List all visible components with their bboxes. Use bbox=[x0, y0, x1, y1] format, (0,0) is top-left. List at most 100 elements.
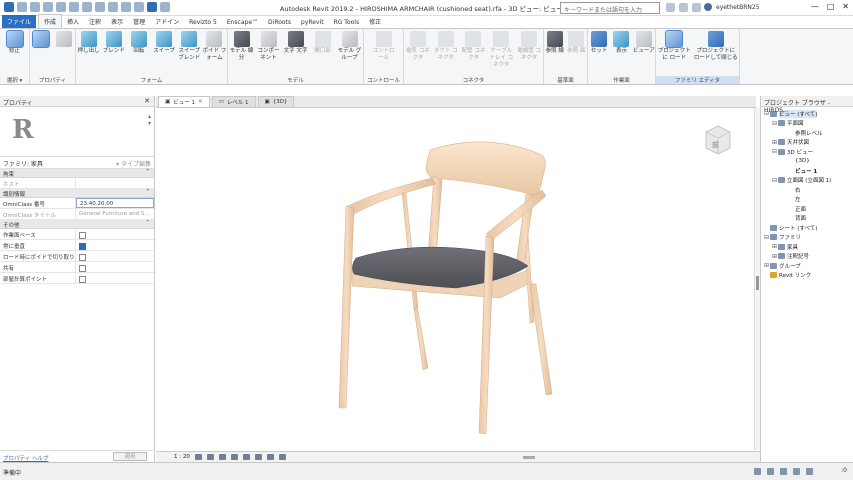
show-workplane-button[interactable]: 表示 bbox=[610, 31, 632, 71]
conduit-connector-button[interactable]: 電線管 コネクタ bbox=[516, 31, 542, 71]
switch-windows-icon[interactable] bbox=[147, 2, 157, 12]
load-into-project-button[interactable]: プロジェクトに ロード bbox=[657, 30, 691, 71]
viewcube[interactable]: 前 bbox=[704, 124, 732, 156]
section-constraints[interactable]: 拘束 ⌃ bbox=[0, 169, 154, 178]
tab-revizto[interactable]: Revizto 5 bbox=[184, 17, 222, 28]
opening-button[interactable]: 開口部 bbox=[310, 31, 336, 71]
selection-filter[interactable]: :0 bbox=[841, 467, 847, 474]
shared-checkbox[interactable] bbox=[79, 265, 86, 272]
redo-icon[interactable] bbox=[56, 2, 66, 12]
load-and-close-button[interactable]: プロジェクトに ロードして閉じる bbox=[694, 31, 738, 71]
electrical-connector-button[interactable]: 電気 コネクタ bbox=[405, 31, 431, 71]
apply-button[interactable]: 適用 bbox=[113, 452, 147, 461]
tree-toggle-icon[interactable]: ⊟ bbox=[763, 234, 770, 241]
omniclass-number-input[interactable]: 23.40.20.00 bbox=[76, 198, 154, 208]
tab-modify[interactable]: 修正 bbox=[364, 15, 386, 28]
undo-icon[interactable] bbox=[43, 2, 53, 12]
browser-tree-item[interactable]: ⊟ 立面図 (立面図 1) bbox=[761, 176, 853, 186]
always-vertical-checkbox[interactable] bbox=[79, 243, 86, 250]
open-icon[interactable] bbox=[17, 2, 27, 12]
control-button[interactable]: コントロール bbox=[371, 31, 397, 71]
select-links-icon[interactable] bbox=[780, 468, 787, 475]
browser-tree-item[interactable]: 正面 bbox=[761, 204, 853, 214]
browser-tree-item[interactable]: 参照レベル bbox=[761, 128, 853, 138]
render-icon[interactable] bbox=[242, 454, 250, 460]
browser-tree-item[interactable]: 右 bbox=[761, 185, 853, 195]
component-button[interactable]: コンポーネント bbox=[256, 31, 282, 71]
duct-connector-button[interactable]: ダクト コネクタ bbox=[433, 31, 459, 71]
browser-tree-item[interactable]: Revit リンク bbox=[761, 271, 853, 281]
properties-help-link[interactable]: プロパティ ヘルプ bbox=[3, 454, 48, 462]
room-calc-point-checkbox[interactable] bbox=[79, 276, 86, 283]
properties-button[interactable] bbox=[30, 30, 53, 71]
cable-tray-connector-button[interactable]: ケーブル トレイ コネクタ bbox=[488, 31, 514, 71]
cut-with-voids-checkbox[interactable] bbox=[79, 254, 86, 261]
subscription-icon[interactable] bbox=[679, 3, 688, 12]
browser-tree-item[interactable]: 左 bbox=[761, 195, 853, 205]
tree-toggle-icon[interactable]: ⊞ bbox=[771, 243, 778, 250]
communication-icon[interactable] bbox=[692, 3, 701, 12]
user-name[interactable]: eyethetBRN25 bbox=[716, 4, 760, 11]
ribbon-group-label[interactable]: 選択 ▾ bbox=[0, 76, 29, 84]
reference-line-button[interactable]: 参照 線 bbox=[544, 31, 566, 71]
blend-button[interactable]: ブレンド bbox=[101, 31, 126, 71]
edit-type-button[interactable]: ▾ タイプ編集 bbox=[116, 159, 151, 168]
close-icon[interactable]: ✕ bbox=[144, 97, 150, 105]
model-group-button[interactable]: モデル グループ bbox=[337, 31, 363, 71]
browser-tree-item[interactable]: ⊟ 3D ビュー bbox=[761, 147, 853, 157]
browser-tree-item[interactable]: ⊟ 平面図 bbox=[761, 119, 853, 129]
customize-qat-icon[interactable] bbox=[160, 2, 170, 12]
tab-create[interactable]: 作成 bbox=[38, 14, 63, 28]
tree-toggle-icon[interactable]: ⊟ bbox=[771, 177, 778, 184]
minimize-button[interactable]: — bbox=[811, 2, 819, 11]
set-workplane-button[interactable]: セット bbox=[588, 31, 610, 71]
detail-level-icon[interactable] bbox=[194, 454, 202, 460]
tree-toggle-icon[interactable]: ⊟ bbox=[771, 148, 778, 155]
hide-isolate-icon[interactable] bbox=[278, 454, 286, 460]
section-other[interactable]: その他 ⌃ bbox=[0, 220, 154, 229]
tab-diroots[interactable]: DiRoots bbox=[263, 17, 296, 28]
tab-annotate[interactable]: 注釈 bbox=[84, 15, 106, 28]
worksets-icon[interactable] bbox=[754, 468, 761, 475]
revolve-button[interactable]: 回転 bbox=[126, 31, 151, 71]
3d-viewport[interactable]: 前 bbox=[156, 108, 754, 450]
crop-icon[interactable] bbox=[254, 454, 262, 460]
visual-style-icon[interactable] bbox=[206, 454, 214, 460]
browser-tree-item[interactable]: ⊞ 家具 bbox=[761, 242, 853, 252]
thin-lines-icon[interactable] bbox=[121, 2, 131, 12]
browser-tree-item[interactable]: 背面 bbox=[761, 214, 853, 224]
family-category-button[interactable] bbox=[53, 31, 76, 71]
browser-tree-item[interactable]: ⊞ グループ bbox=[761, 261, 853, 271]
close-hidden-icon[interactable] bbox=[134, 2, 144, 12]
tab-rgtools[interactable]: RG Tools bbox=[329, 17, 365, 28]
view-scale[interactable]: 1 : 20 bbox=[174, 454, 190, 460]
tab-manage[interactable]: 管理 bbox=[128, 15, 150, 28]
extrusion-button[interactable]: 押し出し bbox=[76, 31, 101, 71]
family-filter[interactable]: ファミリ: 家具 ▾ タイプ編集 bbox=[0, 157, 154, 169]
save-icon[interactable] bbox=[30, 2, 40, 12]
close-button[interactable]: ✕ bbox=[842, 2, 849, 11]
select-underlay-icon[interactable] bbox=[793, 468, 800, 475]
select-pinned-icon[interactable] bbox=[806, 468, 813, 475]
chevron-down-icon[interactable]: ▴ ▾ bbox=[148, 113, 151, 127]
close-icon[interactable]: ✕ bbox=[198, 99, 203, 105]
tab-pyrevit[interactable]: pyRevit bbox=[296, 17, 329, 28]
design-options-icon[interactable] bbox=[767, 468, 774, 475]
horizontal-scrollbar[interactable] bbox=[523, 456, 535, 459]
model-line-button[interactable]: モデル 線分 bbox=[229, 31, 255, 71]
reference-plane-button[interactable]: 参照 面 bbox=[566, 31, 588, 71]
tab-addins[interactable]: アドイン bbox=[150, 15, 184, 28]
tab-insert[interactable]: 挿入 bbox=[62, 15, 84, 28]
browser-tree-item[interactable]: シート (すべて) bbox=[761, 223, 853, 233]
modify-button[interactable]: 修正 bbox=[2, 30, 28, 71]
tab-view-1[interactable]: ▣ ビュー 1 ✕ bbox=[158, 96, 210, 107]
tab-level-1[interactable]: ▭ レベル 1 bbox=[211, 96, 256, 107]
browser-tree-item[interactable]: {3D} bbox=[761, 157, 853, 167]
section-identity[interactable]: 識別情報 ⌃ bbox=[0, 189, 154, 198]
tab-3d[interactable]: ▣ {3D} bbox=[257, 96, 295, 107]
sweep-button[interactable]: スイープ bbox=[152, 31, 177, 71]
shadows-icon[interactable] bbox=[230, 454, 238, 460]
text-icon[interactable] bbox=[82, 2, 92, 12]
tab-file[interactable]: ファイル bbox=[2, 15, 37, 28]
tab-enscape[interactable]: Enscape™ bbox=[222, 17, 263, 28]
